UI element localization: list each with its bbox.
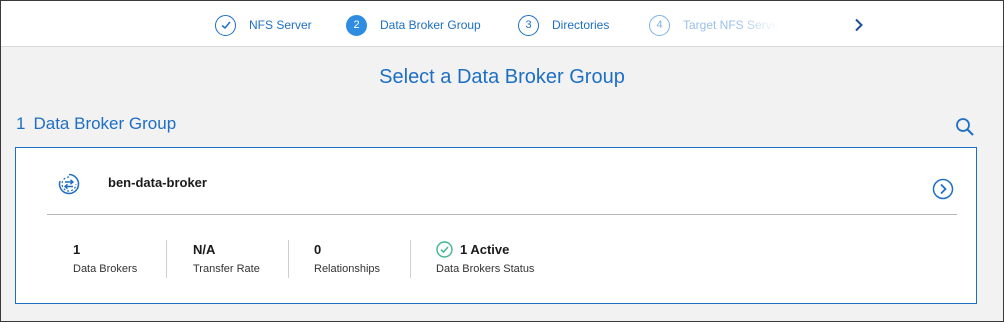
stat-value: 1 (73, 241, 81, 257)
status-text: 1 Active (460, 241, 510, 257)
stat-caption: Data Brokers Status (436, 263, 535, 275)
step-label: Directories (552, 18, 610, 32)
data-broker-group-card[interactable]: ben-data-broker 1 Data Brokers N/A Trans… (15, 147, 977, 304)
step-nfs-server[interactable]: NFS Server (215, 13, 312, 37)
step-target-nfs-server[interactable]: 4 Target NFS Server (649, 13, 779, 37)
checkmark-icon (215, 14, 236, 36)
check-circle-icon (436, 240, 453, 258)
stat-separator (410, 240, 411, 278)
card-divider (47, 214, 957, 215)
stat-relationships: 0 Relationships (314, 240, 381, 276)
stat-caption: Data Brokers (73, 263, 138, 275)
stat-value: 1 Active (436, 240, 534, 258)
page-title: Select a Data Broker Group (379, 66, 625, 88)
step-number: 3 (518, 14, 539, 36)
group-count-label: Data Broker Group (33, 114, 177, 133)
stat-separator (166, 240, 167, 278)
stat-caption: Transfer Rate (193, 263, 260, 275)
step-number: 2 (346, 14, 367, 36)
stat-transfer-rate: N/A Transfer Rate (193, 240, 260, 276)
wizard-stepper: NFS Server 2 Data Broker Group 3 Directo… (1, 1, 1003, 47)
stat-data-brokers: 1 Data Brokers (73, 240, 138, 276)
group-count: 1 (16, 114, 26, 133)
stat-data-brokers-status: 1 Active Data Brokers Status (436, 240, 534, 275)
step-directories[interactable]: 3 Directories (518, 13, 609, 37)
step-label: Target NFS Server (683, 18, 779, 32)
group-count-heading: 1 Data Broker Group (16, 114, 176, 134)
step-number: 4 (649, 14, 670, 36)
stat-value: N/A (193, 241, 216, 257)
stat-caption: Relationships (314, 263, 381, 275)
step-data-broker-group[interactable]: 2 Data Broker Group (346, 13, 481, 37)
step-label: Data Broker Group (380, 18, 481, 32)
stat-value: 0 (314, 241, 322, 257)
data-broker-icon (57, 172, 81, 196)
chevron-right-icon[interactable] (852, 15, 866, 35)
stat-separator (288, 240, 289, 278)
search-icon[interactable] (955, 117, 975, 137)
step-label: NFS Server (249, 18, 312, 32)
chevron-right-circle-icon[interactable] (932, 178, 954, 200)
broker-group-name: ben-data-broker (108, 175, 207, 190)
